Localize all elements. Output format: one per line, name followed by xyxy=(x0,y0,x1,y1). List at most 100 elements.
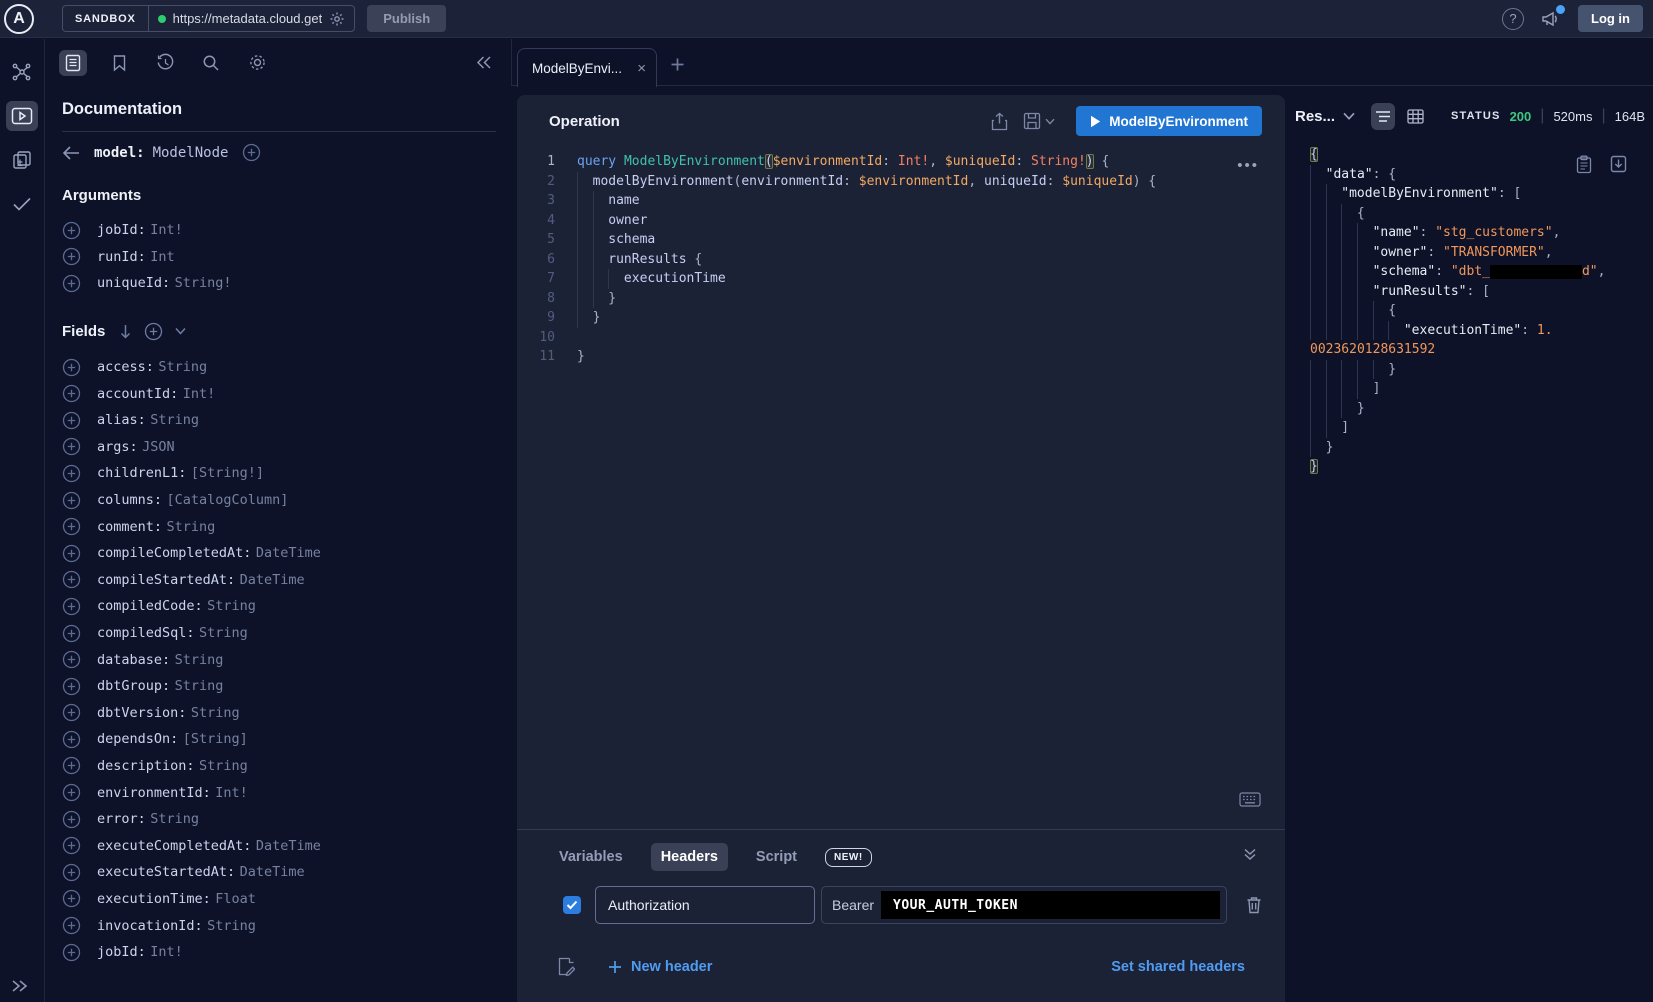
changelog-icon[interactable] xyxy=(6,145,38,175)
circle-plus-icon[interactable] xyxy=(62,274,81,293)
field-row[interactable]: args: JSON xyxy=(62,434,496,461)
operation-tab[interactable]: ModelByEnvi... × xyxy=(517,48,657,87)
field-row[interactable]: jobId: Int! xyxy=(62,939,496,966)
circle-plus-icon[interactable] xyxy=(62,677,81,696)
preflight-script-icon[interactable] xyxy=(557,957,575,976)
field-row[interactable]: columns: [CatalogColumn] xyxy=(62,487,496,514)
circle-plus-icon[interactable] xyxy=(62,437,81,456)
circle-plus-icon[interactable] xyxy=(62,358,81,377)
checks-icon[interactable] xyxy=(6,189,38,219)
field-row[interactable]: dependsOn: [String] xyxy=(62,726,496,753)
circle-plus-icon[interactable] xyxy=(62,570,81,589)
raw-view-toggle-icon[interactable] xyxy=(1371,103,1395,130)
field-row[interactable]: executeCompletedAt: DateTime xyxy=(62,832,496,859)
run-operation-button[interactable]: ModelByEnvironment xyxy=(1076,106,1262,136)
circle-plus-icon[interactable] xyxy=(62,943,81,962)
circle-plus-icon[interactable] xyxy=(62,464,81,483)
sort-fields-icon[interactable] xyxy=(119,324,132,339)
circle-plus-icon[interactable] xyxy=(62,756,81,775)
editor-more-menu[interactable]: ••• xyxy=(1237,157,1259,174)
save-chevron-down-icon[interactable] xyxy=(1045,118,1055,125)
field-row[interactable]: comment: String xyxy=(62,513,496,540)
header-enabled-checkbox[interactable] xyxy=(563,896,581,914)
documentation-tab-icon[interactable] xyxy=(59,50,87,76)
explorer-settings-gear-icon[interactable] xyxy=(243,50,271,76)
field-row[interactable]: executionTime: Float xyxy=(62,886,496,913)
field-row[interactable]: description: String xyxy=(62,753,496,780)
new-tab-icon[interactable] xyxy=(670,57,685,72)
collapse-sidebar-icon[interactable] xyxy=(475,55,511,70)
table-view-toggle-icon[interactable] xyxy=(1403,103,1427,130)
breadcrumb-type[interactable]: ModelNode xyxy=(153,145,229,161)
field-row[interactable]: access: String xyxy=(62,354,496,381)
field-row[interactable]: environmentId: Int! xyxy=(62,779,496,806)
query-editor[interactable]: 1234567891011 query ModelByEnvironment($… xyxy=(517,147,1285,367)
circle-plus-icon[interactable] xyxy=(62,863,81,882)
explorer-icon[interactable] xyxy=(6,101,38,131)
header-name-input[interactable] xyxy=(595,886,815,924)
collapse-panel-icon[interactable] xyxy=(1243,847,1257,861)
field-row[interactable]: executeStartedAt: DateTime xyxy=(62,859,496,886)
circle-plus-icon[interactable] xyxy=(62,624,81,643)
close-tab-icon[interactable]: × xyxy=(637,60,646,77)
field-row[interactable]: compileCompletedAt: DateTime xyxy=(62,540,496,567)
circle-plus-icon[interactable] xyxy=(62,221,81,240)
field-row[interactable]: alias: String xyxy=(62,407,496,434)
add-field-icon[interactable] xyxy=(242,143,261,162)
circle-plus-icon[interactable] xyxy=(62,703,81,722)
copy-response-icon[interactable] xyxy=(1576,155,1592,174)
field-row[interactable]: childrenL1: [String!] xyxy=(62,460,496,487)
circle-plus-icon[interactable] xyxy=(62,650,81,669)
field-row[interactable]: invocationId: String xyxy=(62,912,496,939)
new-header-button[interactable]: New header xyxy=(608,959,712,975)
back-arrow-icon[interactable] xyxy=(62,146,80,160)
argument-row[interactable]: uniqueId: String! xyxy=(62,270,496,297)
download-response-icon[interactable] xyxy=(1610,155,1627,174)
argument-row[interactable]: jobId: Int! xyxy=(62,217,496,244)
field-row[interactable]: database: String xyxy=(62,646,496,673)
publish-button[interactable]: Publish xyxy=(367,5,446,32)
announcements-icon[interactable] xyxy=(1540,9,1562,29)
circle-plus-icon[interactable] xyxy=(62,411,81,430)
response-chevron-down-icon[interactable] xyxy=(1343,112,1355,120)
endpoint-settings-gear-icon[interactable] xyxy=(329,11,345,27)
keyboard-shortcuts-icon[interactable] xyxy=(1239,792,1261,807)
search-icon[interactable] xyxy=(197,50,225,76)
field-row[interactable]: compileStartedAt: DateTime xyxy=(62,567,496,594)
add-all-fields-icon[interactable] xyxy=(144,322,163,341)
circle-plus-icon[interactable] xyxy=(62,889,81,908)
header-value-field[interactable]: Bearer YOUR_AUTH_TOKEN xyxy=(821,886,1227,924)
share-operation-icon[interactable] xyxy=(991,112,1008,131)
circle-plus-icon[interactable] xyxy=(62,247,81,266)
set-shared-headers-link[interactable]: Set shared headers xyxy=(1111,959,1245,975)
login-button[interactable]: Log in xyxy=(1578,5,1643,32)
field-row[interactable]: compiledCode: String xyxy=(62,593,496,620)
circle-plus-icon[interactable] xyxy=(62,836,81,855)
expand-rail-icon[interactable] xyxy=(10,978,30,994)
circle-plus-icon[interactable] xyxy=(62,730,81,749)
circle-plus-icon[interactable] xyxy=(62,491,81,510)
delete-header-icon[interactable] xyxy=(1246,896,1262,914)
circle-plus-icon[interactable] xyxy=(62,597,81,616)
saved-operations-bookmark-icon[interactable] xyxy=(105,50,133,76)
field-row[interactable]: accountId: Int! xyxy=(62,380,496,407)
field-row[interactable]: compiledSql: String xyxy=(62,620,496,647)
circle-plus-icon[interactable] xyxy=(62,517,81,536)
circle-plus-icon[interactable] xyxy=(62,783,81,802)
history-icon[interactable] xyxy=(151,50,179,76)
circle-plus-icon[interactable] xyxy=(62,810,81,829)
fields-chevron-down-icon[interactable] xyxy=(175,327,186,335)
circle-plus-icon[interactable] xyxy=(62,384,81,403)
tab-headers[interactable]: Headers xyxy=(651,843,728,871)
endpoint-url[interactable]: https://metadata.cloud.get xyxy=(173,11,323,26)
tab-script[interactable]: Script xyxy=(746,843,807,871)
circle-plus-icon[interactable] xyxy=(62,916,81,935)
schema-graph-icon[interactable] xyxy=(6,57,38,87)
save-operation-icon[interactable] xyxy=(1023,112,1041,130)
apollo-logo[interactable]: A xyxy=(4,4,34,34)
tab-variables[interactable]: Variables xyxy=(549,843,633,871)
field-row[interactable]: error: String xyxy=(62,806,496,833)
help-icon[interactable]: ? xyxy=(1502,8,1524,30)
argument-row[interactable]: runId: Int xyxy=(62,244,496,271)
field-row[interactable]: dbtGroup: String xyxy=(62,673,496,700)
